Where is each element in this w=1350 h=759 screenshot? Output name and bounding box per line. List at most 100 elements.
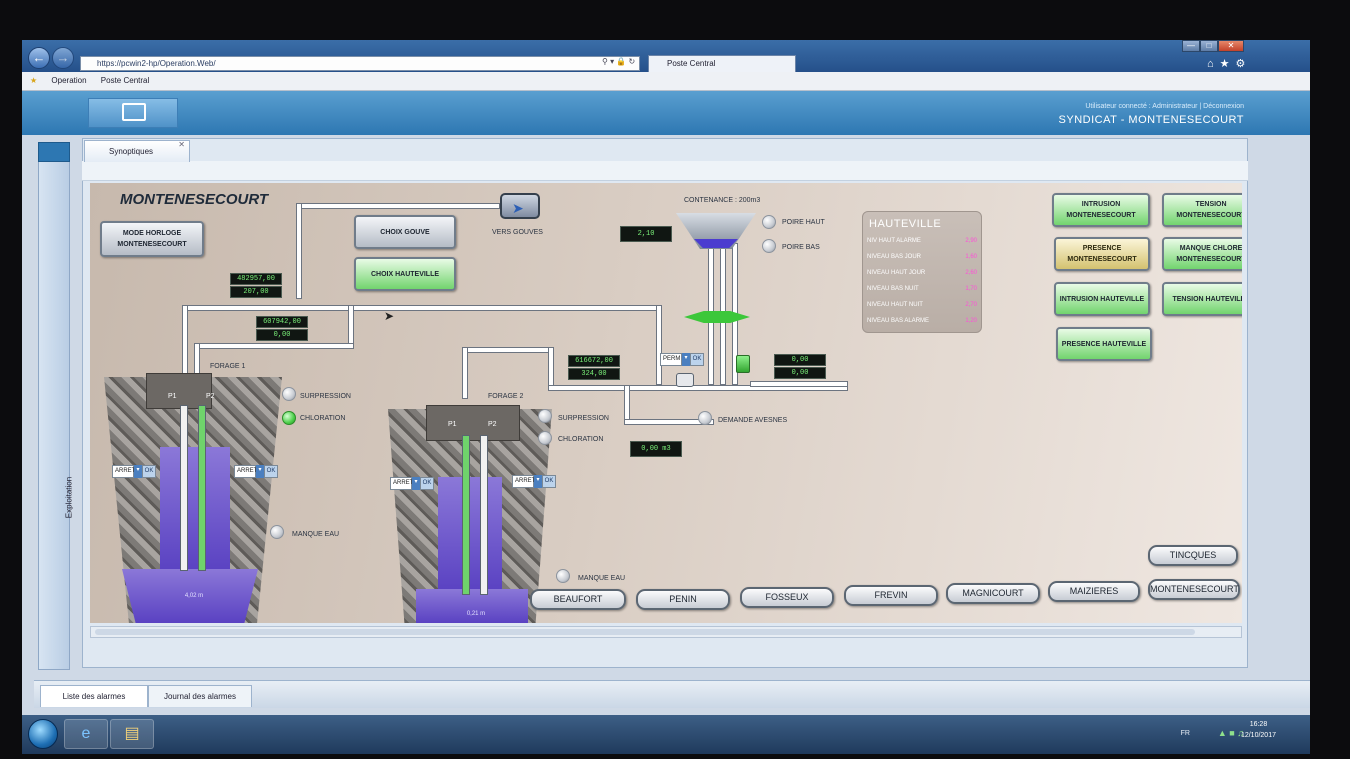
pipe-v2 (348, 305, 354, 345)
user-status[interactable]: Utilisateur connecté : Administrateur | … (1085, 103, 1244, 110)
pipe-top (296, 203, 500, 209)
tension-hauteville-alarm[interactable]: TENSION HAUTEVILLE (1162, 282, 1242, 316)
side-rail-header[interactable] (38, 142, 70, 162)
counter-1a: 482957,00 (230, 273, 282, 285)
tab-journal-des-alarmes[interactable]: Journal des alarmes (148, 685, 252, 707)
forage2-depth: 0,21 m (466, 611, 486, 617)
site-button-fosseux[interactable]: FOSSEUX (740, 587, 834, 608)
reservoir-green-marker (684, 311, 750, 323)
monitor-screen: ← → https://pcwin2-hp/Operation.Web/ ⚲ ▾… (22, 40, 1310, 754)
forage1-p1-select[interactable]: ARRET ▾ OK (112, 465, 156, 478)
site-button-magnicourt[interactable]: MAGNICOURT (946, 583, 1040, 604)
counter-1b: 207,00 (230, 286, 282, 298)
select-value[interactable]: ARRET (112, 465, 135, 478)
valve-mode-select[interactable]: PERM ▾ OK (660, 353, 704, 366)
intrusion-montenescourt-alarm[interactable]: INTRUSION MONTENESECOURT (1052, 193, 1150, 227)
row-value: 2,60 (965, 270, 977, 276)
chevron-down-icon[interactable]: ▾ (682, 353, 690, 366)
ok-button[interactable]: OK (420, 477, 434, 490)
hauteville-row: NIVEAU HAUT JOUR 2,60 (867, 270, 977, 276)
presence-hauteville-alarm[interactable]: PRESENCE HAUTEVILLE (1056, 327, 1152, 361)
address-bar[interactable]: https://pcwin2-hp/Operation.Web/ (80, 56, 640, 71)
language-indicator[interactable]: FR (1181, 730, 1190, 737)
ok-button[interactable]: OK (542, 475, 556, 488)
forage1-p2-select[interactable]: ARRET ▾ OK (234, 465, 278, 478)
close-icon[interactable]: ✕ (1218, 40, 1244, 52)
site-button-montenescourt[interactable]: MONTENESECOURT (1148, 579, 1240, 600)
valve-mode-value[interactable]: PERM (660, 353, 682, 366)
select-value[interactable]: ARRET (390, 477, 413, 490)
side-rail[interactable]: Exploitation (38, 142, 74, 670)
browser-tools-icons[interactable]: ⌂★⚙ (1207, 57, 1251, 70)
chevron-down-icon[interactable]: ▾ (256, 465, 264, 478)
window-controls: — □ ✕ (1182, 40, 1244, 54)
start-button[interactable] (28, 719, 58, 749)
site-button-penin[interactable]: PENIN (636, 589, 730, 610)
valve-icon[interactable] (676, 373, 694, 387)
favorites-star-icon[interactable]: ★ (30, 76, 37, 85)
choix-gouve-button[interactable]: CHOIX GOUVE (354, 215, 456, 249)
counter-3a: 616672,00 (568, 355, 620, 367)
site-button-frevin[interactable]: FREVIN (844, 585, 938, 606)
forage1-depth: 4,02 m (184, 593, 204, 599)
chevron-down-icon[interactable]: ▾ (534, 475, 542, 488)
back-icon[interactable]: ← (28, 47, 50, 69)
forage2-label: FORAGE 2 (488, 393, 524, 400)
site-button-maizieres[interactable]: MAIZIERES (1048, 581, 1140, 602)
row-value: 1,20 (965, 318, 977, 324)
hauteville-title: HAUTEVILLE (869, 218, 942, 230)
row-label: NIVEAU BAS ALARME (867, 318, 930, 324)
forage2-water-column (438, 477, 502, 591)
favorite-link-poste-central[interactable]: Poste Central (101, 76, 149, 85)
pipe-main (182, 305, 662, 311)
select-value[interactable]: ARRET (234, 465, 257, 478)
ok-button[interactable]: OK (264, 465, 278, 478)
address-bar-icons[interactable]: ⚲ ▾ 🔒 ↻ (602, 57, 635, 66)
forage2-p1-select[interactable]: ARRET ▾ OK (390, 477, 434, 490)
select-value[interactable]: ARRET (512, 475, 535, 488)
synoptic-canvas: MONTENESECOURT MODE HORLOGE MONTENESECOU… (90, 183, 1242, 623)
tension-montenescourt-alarm[interactable]: TENSION MONTENESECOURT (1162, 193, 1242, 227)
clock[interactable]: 16:28 12/10/2017 (1241, 719, 1276, 741)
arrow-right-icon: ➤ (512, 200, 524, 216)
choix-hauteville-button[interactable]: CHOIX HAUTEVILLE (354, 257, 456, 291)
forage2-p2-select[interactable]: ARRET ▾ OK (512, 475, 556, 488)
demand-volume-value: 0,00 m3 (630, 441, 682, 457)
forage2-pump1 (462, 435, 470, 595)
tab-liste-des-alarmes[interactable]: Liste des alarmes (40, 685, 148, 707)
forage2-manque-eau-label: MANQUE EAU (578, 575, 626, 582)
row-value: 1,70 (965, 286, 977, 292)
poire-bas-lamp (762, 239, 776, 253)
presence-montenescourt-alarm[interactable]: PRESENCE MONTENESECOURT (1054, 237, 1150, 271)
forward-icon[interactable]: → (52, 47, 74, 69)
browser-tab[interactable]: Poste Central (648, 55, 796, 72)
scrollbar-thumb[interactable] (95, 629, 1195, 635)
minimize-icon[interactable]: — (1182, 40, 1200, 52)
manque-chlore-alarm[interactable]: MANQUE CHLORE MONTENESECOURT (1162, 237, 1242, 271)
internet-explorer-icon[interactable]: e (64, 719, 108, 749)
file-explorer-icon[interactable]: ▤ (110, 719, 154, 749)
forage2-chloration-lamp (538, 431, 552, 445)
tab-synoptiques[interactable]: Synoptiques ✕ (84, 140, 190, 162)
site-button-tincques[interactable]: TINCQUES (1148, 545, 1238, 566)
tab-close-icon[interactable]: ✕ (178, 134, 185, 156)
demande-avesnes-label: DEMANDE AVESNES (718, 417, 788, 424)
maximize-icon[interactable]: □ (1200, 40, 1218, 52)
forage2-p2: P2 (488, 421, 497, 428)
counter-2b: 0,00 (256, 329, 308, 341)
mode-horloge-button[interactable]: MODE HORLOGE MONTENESECOURT (100, 221, 204, 257)
chevron-down-icon[interactable]: ▾ (412, 477, 420, 490)
valve-ok-button[interactable]: OK (690, 353, 704, 366)
ok-button[interactable]: OK (142, 465, 156, 478)
site-button-beaufort[interactable]: BEAUFORT (530, 589, 626, 610)
vers-gouves-button[interactable]: ➤ (500, 193, 540, 219)
favorite-link-operation[interactable]: Operation (51, 76, 86, 85)
flow-right-1: 0,00 (774, 354, 826, 366)
pipe-forage1-b (194, 343, 354, 349)
intrusion-hauteville-alarm[interactable]: INTRUSION HAUTEVILLE (1054, 282, 1150, 316)
forage2-surpression-lamp (538, 409, 552, 423)
horizontal-scrollbar[interactable] (90, 626, 1242, 638)
app-header: Utilisateur connecté : Administrateur | … (22, 91, 1310, 135)
clock-time: 16:28 (1249, 721, 1268, 728)
chevron-down-icon[interactable]: ▾ (134, 465, 142, 478)
